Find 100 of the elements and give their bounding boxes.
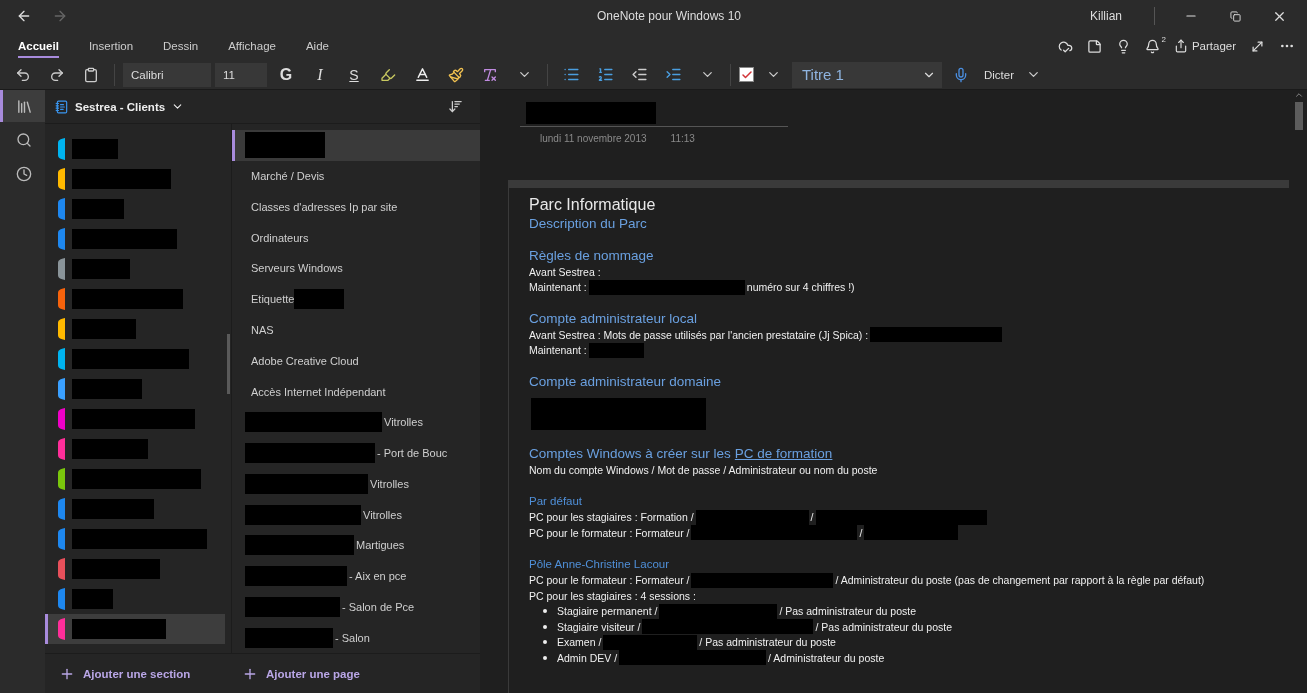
share-icon xyxy=(1173,39,1188,53)
bullet-list-icon[interactable] xyxy=(562,66,580,83)
page-item[interactable]: Ordinateurs xyxy=(232,222,480,254)
note-link[interactable]: PC de formation xyxy=(734,445,833,461)
redaction-bar xyxy=(294,289,345,310)
notebooks-button[interactable] xyxy=(0,90,45,122)
scroll-up-icon[interactable] xyxy=(1294,90,1304,100)
notification-count: 2 xyxy=(1161,34,1166,44)
page-item[interactable]: Classes d'adresses Ip par site xyxy=(232,191,480,223)
strikethrough-button[interactable]: S xyxy=(339,61,369,88)
font-color-icon[interactable] xyxy=(413,66,431,83)
scrollbar-thumb[interactable] xyxy=(1295,102,1303,130)
paintbrush-icon[interactable] xyxy=(448,66,464,83)
sticky-note-icon[interactable] xyxy=(1086,38,1102,54)
page-title: Vitrolles xyxy=(363,508,402,521)
bold-button[interactable]: G xyxy=(271,61,301,88)
notebook-icon xyxy=(55,99,69,114)
page-item[interactable]: Vitrolles xyxy=(232,468,480,500)
note-text: / Pas administrateur du poste xyxy=(779,605,916,618)
redaction-bar xyxy=(588,342,644,358)
container-handle[interactable] xyxy=(509,180,1289,188)
window-title: OneNote pour Windows 10 xyxy=(595,9,743,23)
page-item[interactable]: - Aix en pce xyxy=(232,560,480,592)
library-icon xyxy=(15,97,33,115)
font-size-field[interactable]: 11 xyxy=(215,62,267,87)
bullet-icon xyxy=(543,640,547,645)
restore-icon xyxy=(1229,10,1241,22)
add-section-button[interactable]: Ajouter une section xyxy=(45,654,232,693)
note-text: Avant Sestrea : Mots de passe utilisés par l'ancien prestataire (Jj Spica) : xyxy=(529,328,869,341)
page-item[interactable]: Marché / Devis xyxy=(232,160,480,192)
page-item[interactable]: Serveurs Windows xyxy=(232,253,480,284)
ribbon-tab[interactable]: Aide xyxy=(305,34,329,58)
bullet-icon xyxy=(543,609,547,614)
page-item[interactable]: Accès Internet Indépendant xyxy=(232,376,480,407)
note-text: PC pour le formateur : Formateur / xyxy=(529,574,690,587)
page-item[interactable]: Vitrolles xyxy=(232,406,480,438)
user-name: Killian xyxy=(1090,9,1122,23)
page-title: Vitrolles xyxy=(370,477,409,490)
note-text: Nom du compte Windows / Mot de passe / Administrateur ou nom du poste xyxy=(529,463,878,476)
note-text: Compte administrateur domaine xyxy=(529,373,722,389)
note-text: PC pour les stagiaires : 4 sessions : xyxy=(529,589,696,602)
note-text: Stagiaire permanent / xyxy=(557,605,658,618)
note-text: Par défaut xyxy=(529,494,583,507)
note-text: Règles de nommage xyxy=(529,247,654,263)
note-text: PC pour le formateur : Formateur / xyxy=(529,526,690,539)
note-text: Maintenant : xyxy=(529,344,587,357)
ribbon-tab[interactable]: Affichage xyxy=(228,34,276,58)
page-item[interactable]: Vitrolles xyxy=(232,499,480,530)
notebook-selector[interactable]: Sestrea - Clients xyxy=(55,99,185,114)
add-page-button[interactable]: Ajouter une page xyxy=(232,654,360,693)
note-text: / Pas administrateur du poste xyxy=(815,620,953,633)
page-title: Adobe Creative Cloud xyxy=(251,354,359,367)
redaction-bar xyxy=(72,589,113,609)
highlighter-icon[interactable] xyxy=(380,66,396,83)
note-text: / xyxy=(859,526,863,539)
page-item[interactable]: Martigues xyxy=(232,529,480,561)
indent-icon[interactable] xyxy=(664,66,682,83)
share-button[interactable]: Partager xyxy=(1173,39,1236,53)
page-item[interactable]: NAS xyxy=(232,314,480,346)
undo-icon[interactable] xyxy=(15,66,31,83)
clipboard-icon[interactable] xyxy=(83,66,99,83)
section-item[interactable] xyxy=(45,614,225,644)
note-text: Avant Sestrea : xyxy=(529,265,601,278)
redo-icon[interactable] xyxy=(49,66,65,83)
page-item[interactable]: - Salon xyxy=(232,622,480,653)
clear-formatting-icon[interactable] xyxy=(482,66,498,83)
page-title: Accès Internet Indépendant xyxy=(251,385,386,398)
page-title: - Port de Bouc xyxy=(377,447,448,460)
bell-icon[interactable] xyxy=(1144,38,1160,54)
sort-icon[interactable] xyxy=(447,99,463,114)
italic-button[interactable]: I xyxy=(305,61,335,88)
page-item[interactable]: - Salon de Pce xyxy=(232,591,480,623)
ribbon-tab[interactable]: Accueil xyxy=(18,34,59,58)
note-date: lundi 11 novembre 2013 xyxy=(540,133,647,144)
microphone-icon[interactable] xyxy=(953,66,969,83)
page-title: - Salon xyxy=(335,631,370,644)
note-text: PC pour les stagiaires : Formation / xyxy=(529,511,694,524)
page-title: Etiquette xyxy=(251,293,295,306)
style-dropdown[interactable]: Titre 1 xyxy=(792,61,942,88)
numbered-list-icon[interactable] xyxy=(596,66,614,83)
outdent-icon[interactable] xyxy=(630,66,648,83)
page-item[interactable]: Adobe Creative Cloud xyxy=(232,345,480,377)
clock-icon[interactable] xyxy=(16,166,32,182)
page-item[interactable]: Etiquette xyxy=(232,283,480,315)
ribbon-tab[interactable]: Dessin xyxy=(163,34,199,58)
font-field[interactable]: Calibri xyxy=(123,62,211,87)
scrollbar-thumb[interactable] xyxy=(227,334,230,394)
redaction-bar xyxy=(72,139,118,159)
dictate-button[interactable]: Dicter xyxy=(984,68,1015,81)
note-text: numéro sur 4 chiffres !) xyxy=(746,281,855,294)
page-title: Marché / Devis xyxy=(251,170,325,183)
page-item[interactable]: - Port de Bouc xyxy=(232,437,480,469)
note-text: / Pas administrateur du poste xyxy=(699,636,836,649)
search-icon[interactable] xyxy=(16,132,32,148)
note-text: / Administrateur du poste (pas de changement par rapport à la règle par défaut) xyxy=(835,574,1205,587)
ribbon-tab[interactable]: Insertion xyxy=(88,34,134,58)
todo-checkbox[interactable] xyxy=(739,67,754,82)
expand-icon[interactable] xyxy=(1250,38,1265,54)
redaction-bar xyxy=(72,379,142,399)
cloud-check-icon[interactable] xyxy=(1057,38,1073,54)
